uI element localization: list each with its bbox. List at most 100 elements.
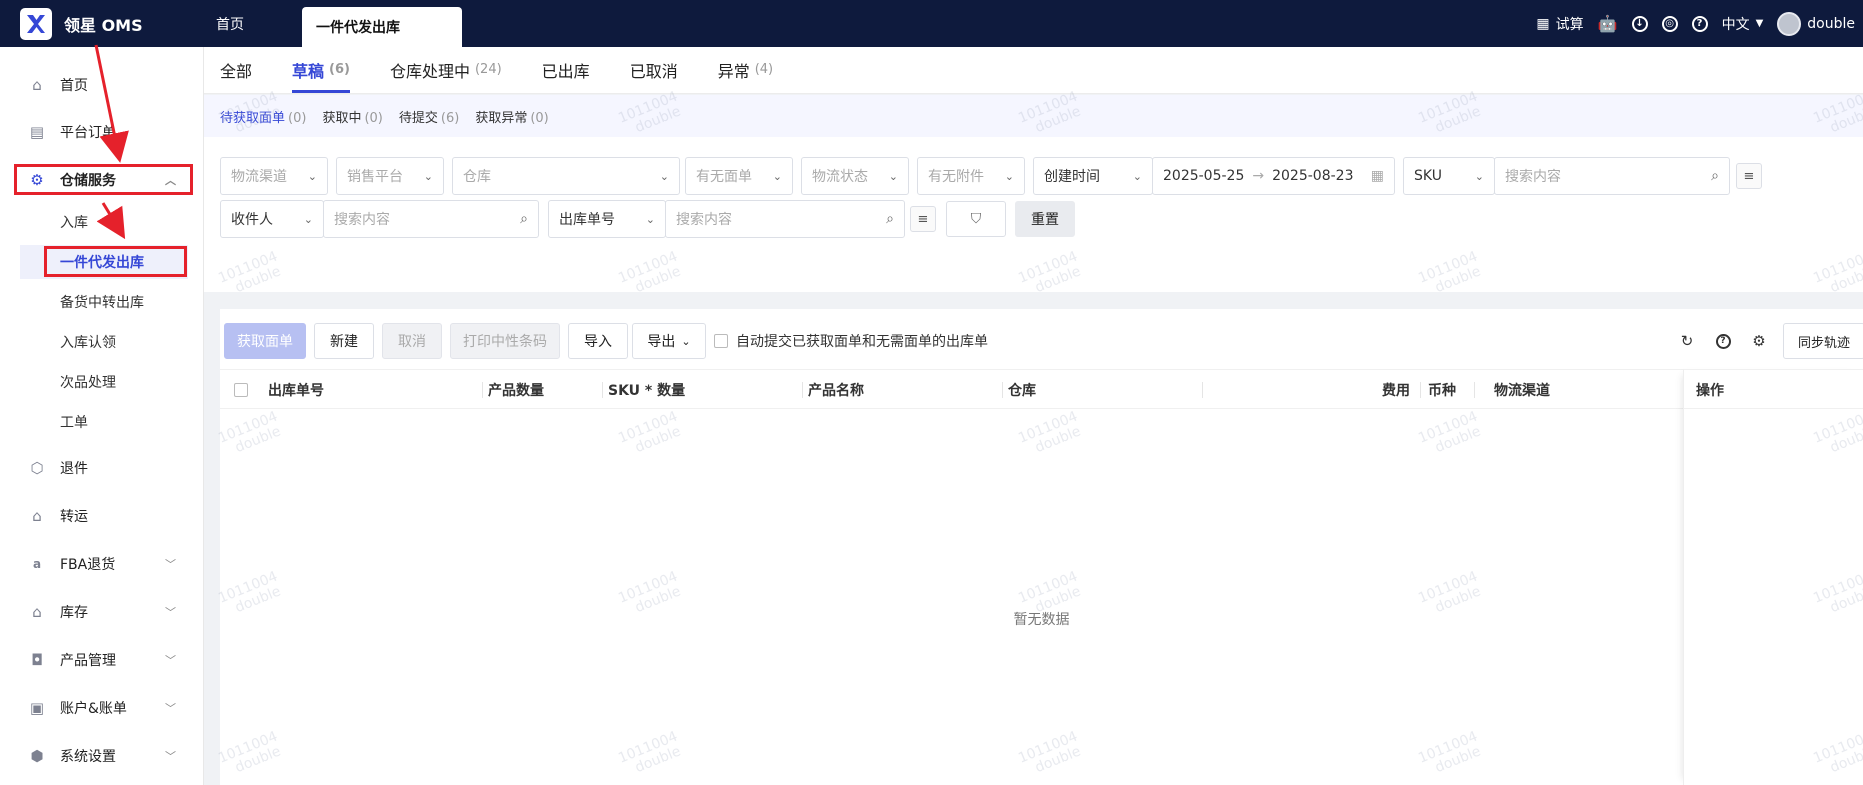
refresh-icon[interactable]: ↻ [1678, 332, 1696, 350]
chevron-down-icon: ﹀ [165, 558, 176, 571]
logistics-channel-select[interactable]: 物流渠道 ⌄ [220, 157, 328, 195]
sidebar-sub-defective[interactable]: 次品处理 [20, 365, 188, 399]
select-placeholder: 有无面单 [696, 169, 752, 185]
top-tab-home[interactable]: 首页 [202, 0, 302, 47]
auto-submit-checkbox[interactable] [714, 334, 728, 348]
substatus-fetching[interactable]: 获取中 (0) [322, 107, 382, 126]
chevron-down-icon: ⌄ [681, 334, 691, 348]
language-label: 中文 [1721, 16, 1750, 33]
table-panel: 获取面单 新建 取消 打印中性条码 导入 导出 ⌄ 自动提交已获取面单和无需面单的… [220, 309, 1863, 785]
date-range-picker[interactable]: 2025-05-25 → 2025-08-23 ▦ [1152, 157, 1395, 195]
sidebar-item-home[interactable]: ⌂ 首页 [0, 67, 204, 103]
select-value: SKU [1414, 168, 1442, 184]
sidebar-item-label: 退件 [60, 461, 88, 477]
sidebar-item-label: 产品管理 [60, 653, 116, 669]
select-placeholder: 仓库 [463, 169, 491, 185]
sidebar-item-inventory[interactable]: ⌂ 库存 ﹀ [0, 594, 204, 630]
tab-label: 全部 [220, 61, 253, 81]
sidebar-sub-inbound[interactable]: 入库 [20, 205, 188, 239]
print-barcode-button[interactable]: 打印中性条码 [450, 323, 560, 359]
help-icon[interactable]: ? [1714, 332, 1732, 350]
substatus-label: 获取异常 [475, 110, 528, 126]
chevron-down-icon: ﹀ [165, 654, 176, 667]
input-placeholder: 搜索内容 [676, 212, 732, 228]
help-icon[interactable]: ? [1691, 15, 1708, 32]
sku-type-select[interactable]: SKU ⌄ [1403, 157, 1495, 195]
order-search-input[interactable]: 搜索内容 ⌕ [665, 200, 905, 238]
column-divider [1202, 382, 1203, 398]
sidebar-sub-work-order[interactable]: 工单 [20, 405, 188, 439]
tab-exception[interactable]: 异常 (4) [718, 46, 773, 93]
cancel-button[interactable]: 取消 [382, 323, 442, 359]
robot-icon[interactable]: 🤖 [1598, 14, 1618, 33]
has-label-select[interactable]: 有无面单 ⌄ [685, 157, 793, 195]
sync-track-button[interactable]: 同步轨迹 [1783, 323, 1863, 359]
user-menu[interactable]: double [1777, 11, 1855, 36]
receiver-search-input[interactable]: 搜索内容 ⌕ [323, 200, 539, 238]
reset-button[interactable]: 重置 [1015, 201, 1075, 237]
chevron-down-icon: ⌄ [772, 169, 782, 183]
auto-submit-option[interactable]: 自动提交已获取面单和无需面单的出库单 [714, 323, 988, 359]
substatus-pending-submit[interactable]: 待提交 (6) [399, 107, 459, 126]
tab-draft[interactable]: 草稿 (6) [292, 46, 350, 93]
column-header: 币种 [1428, 383, 1456, 399]
tab-warehouse-processing[interactable]: 仓库处理中 (24) [390, 46, 502, 93]
tab-shipped[interactable]: 已出库 [542, 46, 590, 93]
substatus-label: 获取中 [322, 110, 362, 126]
list-icon: ≡ [917, 211, 929, 227]
tab-all[interactable]: 全部 [220, 46, 252, 93]
order-type-select[interactable]: 出库单号 ⌄ [548, 200, 666, 238]
export-dropdown[interactable]: 导出 ⌄ [632, 323, 706, 359]
substatus-awaiting-label[interactable]: 待获取面单 (0) [220, 107, 306, 126]
tab-cancelled[interactable]: 已取消 [630, 46, 678, 93]
trial-calc-button[interactable]: ▦ 试算 [1536, 14, 1583, 34]
logo[interactable]: 领星 OMS [0, 7, 202, 40]
product-bag-icon: ◘ [31, 651, 43, 669]
select-placeholder: 物流渠道 [231, 169, 287, 185]
get-label-button[interactable]: 获取面单 [224, 323, 306, 359]
sidebar-sub-transfer-outbound[interactable]: 备货中转出库 [20, 285, 188, 319]
settings-icon[interactable]: ◎ [1661, 15, 1678, 32]
calendar-icon: ▦ [1370, 168, 1384, 184]
has-attachment-select[interactable]: 有无附件 ⌄ [917, 157, 1025, 195]
sidebar-item-account-billing[interactable]: ▣ 账户&账单 ﹀ [0, 690, 204, 726]
sku-batch-button[interactable]: ≡ [1736, 163, 1762, 189]
select-value: 出库单号 [559, 212, 615, 228]
export-label: 导出 [647, 334, 676, 350]
top-bar: 领星 OMS 首页 一件代发出库 ▦ 试算 🤖 ↓ ◎ ? 中文 ▼ doubl… [0, 0, 1863, 47]
sidebar-item-returns[interactable]: ⬡ 退件 [0, 450, 204, 486]
substatus-fetch-error[interactable]: 获取异常 (0) [475, 107, 548, 126]
inventory-icon: ⌂ [32, 603, 42, 621]
chevron-down-icon: ⌄ [1474, 169, 1484, 183]
logistics-status-select[interactable]: 物流状态 ⌄ [801, 157, 909, 195]
sku-search-input[interactable]: 搜索内容 ⌕ [1494, 157, 1730, 195]
column-settings-icon[interactable]: ⚙ [1750, 332, 1768, 350]
sidebar-item-system-settings[interactable]: ⬢ 系统设置 ﹀ [0, 738, 204, 774]
top-tab-dropship-outbound[interactable]: 一件代发出库 [302, 7, 462, 47]
sidebar-item-transfer[interactable]: ⌂ 转运 [0, 498, 204, 534]
order-batch-button[interactable]: ≡ [910, 206, 936, 232]
column-header: 物流渠道 [1494, 383, 1550, 399]
sidebar-item-label: FBA退货 [60, 557, 116, 573]
download-icon[interactable]: ↓ [1631, 15, 1648, 32]
advanced-filter-button[interactable]: ⛉ [946, 201, 1006, 237]
warehouse-select[interactable]: 仓库 ⌄ [452, 157, 680, 195]
sidebar-sub-inbound-claim[interactable]: 入库认领 [20, 325, 188, 359]
tab-count: (4) [754, 62, 774, 77]
column-header: 产品名称 [808, 383, 864, 399]
sidebar-item-product-management[interactable]: ◘ 产品管理 ﹀ [0, 642, 204, 678]
select-all-cell[interactable] [234, 370, 248, 410]
date-start: 2025-05-25 [1163, 168, 1245, 184]
chevron-down-icon: ⌄ [888, 169, 898, 183]
new-button[interactable]: 新建 [314, 323, 374, 359]
home-icon: ⌂ [32, 76, 42, 94]
substatus-count: (0) [530, 110, 549, 126]
sidebar-item-fba-returns[interactable]: a FBA退货 ﹀ [0, 546, 204, 582]
date-type-select[interactable]: 创建时间 ⌄ [1033, 157, 1153, 195]
receiver-type-select[interactable]: 收件人 ⌄ [220, 200, 324, 238]
import-button[interactable]: 导入 [568, 323, 628, 359]
sidebar-item-platform-orders[interactable]: ▤ 平台订单 [0, 114, 204, 150]
language-select[interactable]: 中文 ▼ [1722, 14, 1764, 34]
select-all-checkbox[interactable] [234, 383, 248, 397]
sales-platform-select[interactable]: 销售平台 ⌄ [336, 157, 444, 195]
